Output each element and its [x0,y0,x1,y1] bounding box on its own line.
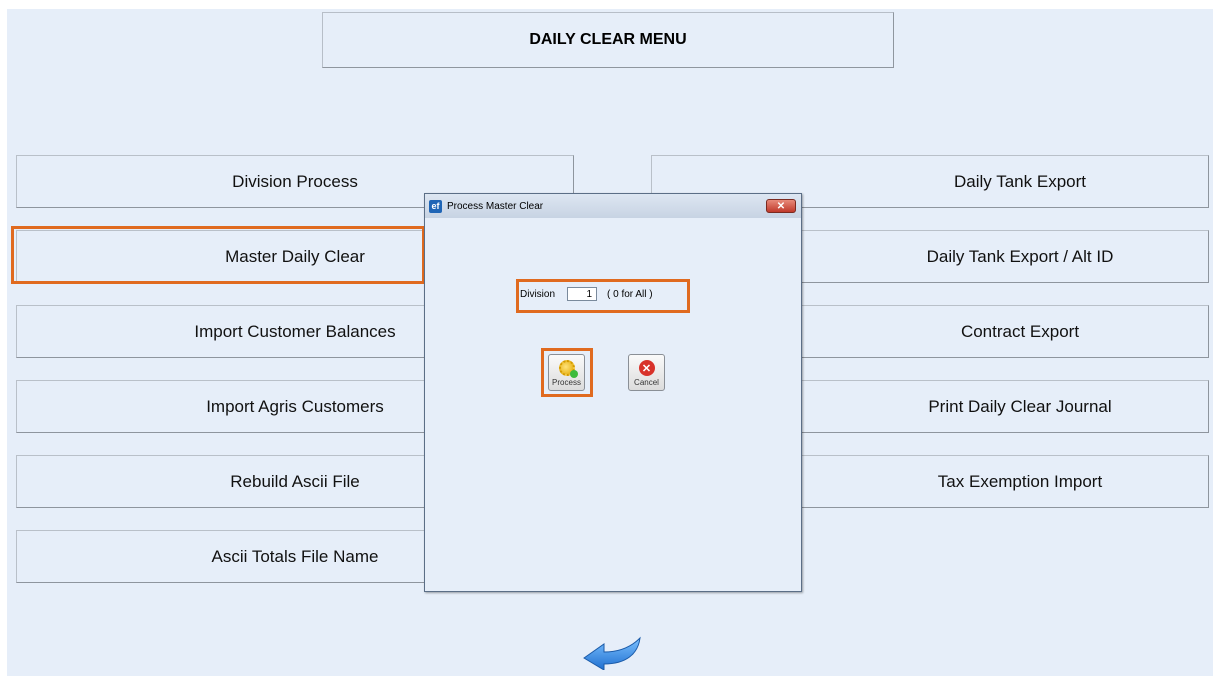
cancel-label: Cancel [634,378,659,387]
process-master-clear-dialog: ef Process Master Clear ✕ Division ( 0 f… [424,193,802,592]
close-icon[interactable]: ✕ [766,199,796,213]
button-label: Division Process [232,171,358,191]
button-label: Tax Exemption Import [937,471,1103,491]
dialog-title: Process Master Clear [447,200,544,212]
page-title: DAILY CLEAR MENU [322,12,894,68]
cancel-button[interactable]: ✕ Cancel [628,354,665,391]
button-label: Contract Export [960,321,1080,341]
button-label: Ascii Totals File Name [211,546,379,566]
process-label: Process [552,378,581,387]
button-label: Daily Tank Export [954,171,1086,191]
button-label: Print Daily Clear Journal [928,396,1112,416]
division-row: Division ( 0 for All ) [520,287,653,301]
button-label: Daily Tank Export / Alt ID [926,246,1114,266]
process-button[interactable]: Process [548,354,585,391]
dialog-title-bar[interactable]: ef Process Master Clear ✕ [425,194,801,218]
button-label: Rebuild Ascii File [230,471,360,491]
button-label: Import Agris Customers [206,396,384,416]
division-input[interactable] [567,287,598,301]
back-arrow-icon[interactable] [580,636,646,670]
button-label: Import Customer Balances [194,321,396,341]
app-icon: ef [429,199,442,213]
red-x-icon: ✕ [638,360,655,376]
close-glyph: ✕ [776,200,786,212]
page-title-text: DAILY CLEAR MENU [529,31,687,48]
division-hint: ( 0 for All ) [607,288,653,300]
gear-check-icon [558,360,578,378]
division-label: Division [520,288,556,300]
button-label: Master Daily Clear [225,246,365,266]
